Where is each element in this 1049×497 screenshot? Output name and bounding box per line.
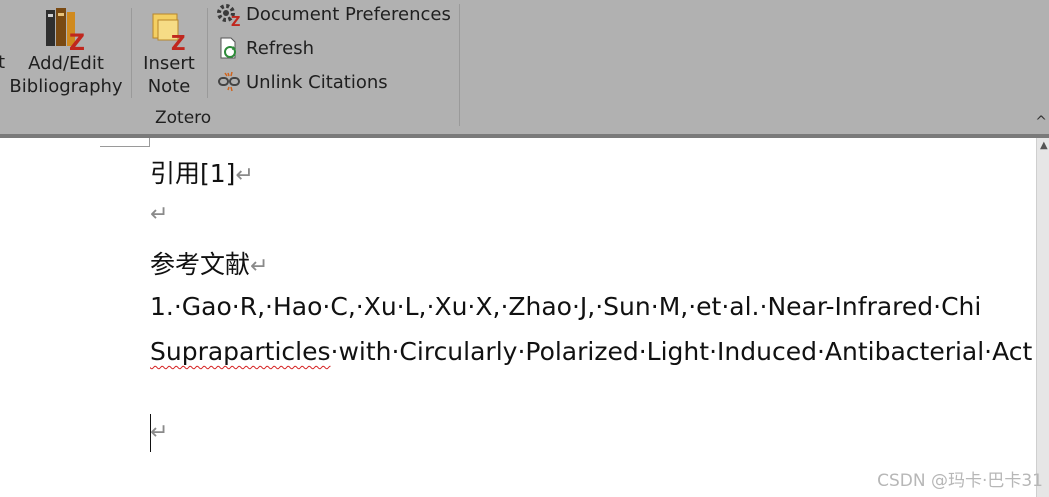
svg-text:Z: Z [69, 31, 85, 52]
vertical-scrollbar[interactable] [1036, 138, 1049, 497]
document-preferences-button[interactable]: Z Document Preferences [216, 0, 451, 28]
ribbon-separator [459, 4, 460, 126]
ribbon-separator [207, 8, 208, 98]
add-edit-bibliography-button[interactable]: Z Add/Edit Bibliography [4, 4, 128, 98]
citation-paragraph[interactable]: 引用[1]↵ [150, 154, 254, 190]
watermark: CSDN @玛卡·巴卡31 [877, 471, 1043, 491]
paragraph-mark: ↵ [150, 420, 169, 445]
add-edit-label-1: Add/Edit [28, 53, 104, 74]
scroll-up-arrow-icon[interactable]: ▲ [1040, 140, 1048, 151]
ribbon-separator [131, 8, 132, 98]
document-preferences-label: Document Preferences [246, 3, 451, 25]
references-heading-text: 参考文献 [150, 250, 251, 279]
paragraph-mark: ↵ [150, 202, 169, 227]
zotero-group-label: Zotero [155, 108, 212, 128]
reference-line-2-text: ·with·Circularly·Polarized·Light·Induced… [330, 337, 1033, 366]
refresh-button[interactable]: Refresh [216, 34, 314, 62]
empty-paragraph[interactable]: ↵ [150, 198, 168, 227]
reference-line-1[interactable]: 1.·Gao·R,·Hao·C,·Xu·L,·Xu·X,·Zhao·J,·Sun… [150, 292, 981, 321]
references-heading[interactable]: 参考文献↵ [150, 245, 268, 281]
paragraph-mark: ↵ [235, 163, 254, 188]
unlink-citations-label: Unlink Citations [246, 71, 388, 93]
text-cursor [150, 414, 151, 452]
gear-icon: Z [217, 4, 240, 26]
paragraph-mark: ↵ [250, 254, 269, 279]
misspelled-word[interactable]: Supraparticles [150, 337, 331, 366]
insert-note-label-2: Note [147, 76, 191, 97]
bibliography-books-icon: Z [46, 8, 85, 52]
reference-line-2[interactable]: Supraparticles·with·Circularly·Polarized… [150, 337, 1032, 366]
refresh-label: Refresh [246, 37, 314, 59]
margin-corner-mark [100, 146, 150, 147]
refresh-icon [220, 37, 236, 59]
unlink-citations-button[interactable]: Unlink Citations [216, 68, 388, 96]
add-edit-label-2: Bibliography [9, 76, 123, 97]
collapse-ribbon-icon[interactable]: ^ [1035, 114, 1047, 130]
unlink-icon [218, 71, 240, 92]
citation-text: 引用[1] [150, 159, 236, 188]
insert-note-button[interactable]: Z Insert Note [138, 10, 200, 98]
empty-paragraph-cursor[interactable]: ↵ [150, 416, 168, 445]
note-icon: Z [152, 13, 186, 52]
insert-note-label-1: Insert [143, 53, 195, 74]
margin-corner-mark [149, 138, 150, 147]
svg-text:Z: Z [231, 15, 240, 26]
svg-text:Z: Z [171, 31, 186, 52]
